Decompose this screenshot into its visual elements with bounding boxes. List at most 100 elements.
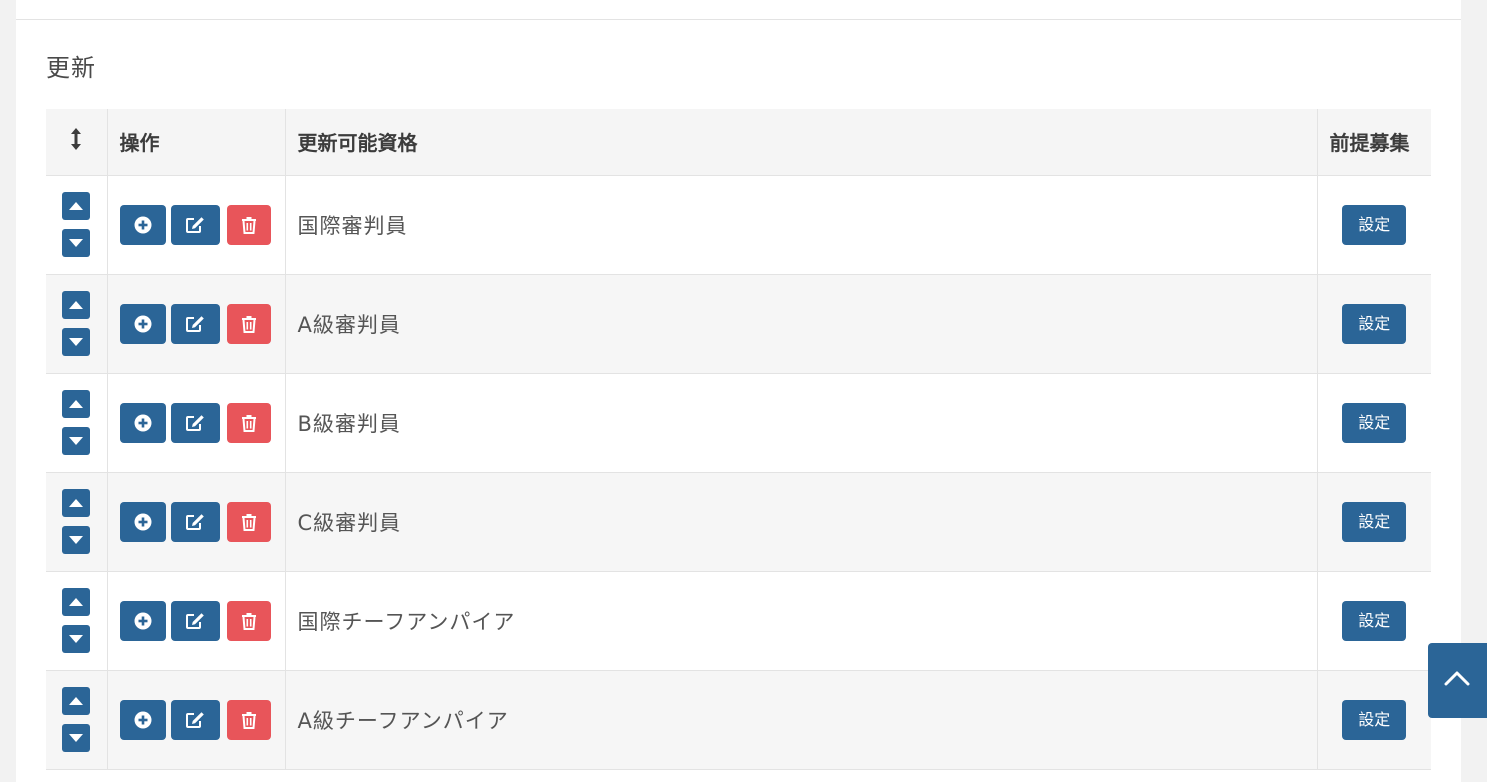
edit-icon [186, 216, 204, 233]
move-down-button[interactable] [62, 526, 91, 554]
table-row: A級チーフアンパイア 設定 [46, 670, 1431, 770]
trash-icon [241, 513, 256, 531]
caret-up-icon [69, 301, 84, 309]
table-row: 国際審判員 設定 [46, 175, 1431, 275]
caret-up-icon [69, 400, 84, 408]
operations-cell [107, 670, 286, 770]
operations-column-header: 操作 [107, 109, 286, 176]
move-down-button[interactable] [62, 328, 91, 356]
operations-cell [107, 373, 286, 473]
setting-button[interactable]: 設定 [1342, 303, 1407, 344]
prerequisite-cell: 設定 [1317, 571, 1431, 671]
prerequisite-cell: 設定 [1317, 373, 1431, 473]
qualification-name: A級チーフアンパイア [285, 670, 1318, 770]
trash-icon [241, 315, 256, 333]
move-down-button[interactable] [62, 229, 91, 257]
edit-icon [186, 711, 204, 728]
caret-up-icon [69, 697, 84, 705]
move-up-button[interactable] [62, 687, 91, 715]
content-panel: 更新 操作 更新可能資格 前提募集 国際審判員 設定 A級審判員 設定 B級審判員 設定 C… [16, 0, 1461, 782]
sort-cell [46, 373, 108, 473]
move-up-button[interactable] [62, 489, 91, 517]
trash-icon [241, 711, 256, 729]
move-up-button[interactable] [62, 291, 91, 319]
qualification-name: A級審判員 [285, 274, 1318, 374]
delete-button[interactable] [226, 600, 271, 641]
edit-icon [186, 414, 204, 431]
setting-button[interactable]: 設定 [1342, 204, 1407, 245]
sort-column-header [46, 109, 108, 176]
move-down-button[interactable] [62, 625, 91, 653]
add-button[interactable] [119, 600, 166, 641]
move-down-button[interactable] [62, 427, 91, 455]
operations-cell [107, 175, 286, 275]
move-up-button[interactable] [62, 390, 91, 418]
add-button[interactable] [119, 402, 166, 443]
table-row: C級審判員 設定 [46, 472, 1431, 572]
caret-up-icon [69, 499, 84, 507]
plus-circle-icon [134, 612, 151, 629]
caret-up-icon [69, 598, 84, 606]
edit-button[interactable] [170, 699, 220, 740]
vertical-arrows-icon [71, 128, 82, 151]
sort-cell [46, 571, 108, 671]
caret-down-icon [69, 437, 84, 445]
qualification-name: B級審判員 [285, 373, 1318, 473]
edit-button[interactable] [170, 501, 220, 542]
caret-up-icon [69, 202, 84, 210]
edit-button[interactable] [170, 402, 220, 443]
qualification-name: C級審判員 [285, 472, 1318, 572]
table-row: B級審判員 設定 [46, 373, 1431, 473]
move-up-button[interactable] [62, 192, 91, 220]
setting-button[interactable]: 設定 [1342, 402, 1407, 443]
edit-icon [186, 315, 204, 332]
caret-down-icon [69, 239, 84, 247]
operations-cell [107, 472, 286, 572]
add-button[interactable] [119, 204, 166, 245]
add-button[interactable] [119, 699, 166, 740]
delete-button[interactable] [226, 402, 271, 443]
edit-button[interactable] [170, 600, 220, 641]
qualification-name: 国際チーフアンパイア [285, 571, 1318, 671]
chevron-up-icon [1444, 671, 1470, 686]
scroll-to-top-button[interactable] [1428, 643, 1487, 718]
trash-icon [241, 612, 256, 630]
edit-button[interactable] [170, 303, 220, 344]
trash-icon [241, 216, 256, 234]
add-button[interactable] [119, 501, 166, 542]
setting-button[interactable]: 設定 [1342, 600, 1407, 641]
caret-down-icon [69, 734, 84, 742]
move-up-button[interactable] [62, 588, 91, 616]
section-title: 更新 [46, 54, 96, 82]
sort-cell [46, 670, 108, 770]
trash-icon [241, 414, 256, 432]
delete-button[interactable] [226, 303, 271, 344]
table-header-row: 操作 更新可能資格 前提募集 [46, 109, 1431, 176]
delete-button[interactable] [226, 501, 271, 542]
qualification-name: 国際審判員 [285, 175, 1318, 275]
operations-cell [107, 571, 286, 671]
delete-button[interactable] [226, 699, 271, 740]
edit-button[interactable] [170, 204, 220, 245]
plus-circle-icon [134, 513, 151, 530]
operations-cell [107, 274, 286, 374]
qualification-column-header: 更新可能資格 [285, 109, 1318, 176]
edit-icon [186, 612, 204, 629]
prerequisite-cell: 設定 [1317, 175, 1431, 275]
delete-button[interactable] [226, 204, 271, 245]
divider [16, 19, 1461, 20]
table-row: A級審判員 設定 [46, 274, 1431, 374]
add-button[interactable] [119, 303, 166, 344]
prerequisite-cell: 設定 [1317, 472, 1431, 572]
setting-button[interactable]: 設定 [1342, 699, 1407, 740]
prerequisite-cell: 設定 [1317, 274, 1431, 374]
move-down-button[interactable] [62, 724, 91, 752]
plus-circle-icon [134, 711, 151, 728]
caret-down-icon [69, 635, 84, 643]
sort-cell [46, 274, 108, 374]
setting-button[interactable]: 設定 [1342, 501, 1407, 542]
edit-icon [186, 513, 204, 530]
qualification-table: 操作 更新可能資格 前提募集 国際審判員 設定 A級審判員 設定 B級審判員 設定 C級審判… [46, 109, 1431, 770]
plus-circle-icon [134, 414, 151, 431]
sort-cell [46, 175, 108, 275]
